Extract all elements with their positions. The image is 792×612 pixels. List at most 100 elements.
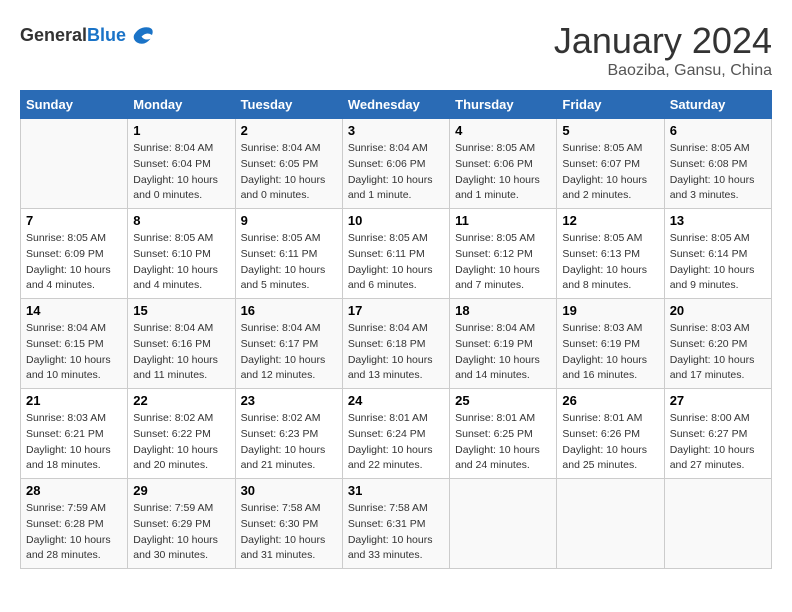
calendar-cell: 5 Sunrise: 8:05 AMSunset: 6:07 PMDaylight…	[557, 119, 664, 209]
col-header-thursday: Thursday	[450, 91, 557, 119]
day-info: Sunrise: 8:04 AMSunset: 6:19 PMDaylight:…	[455, 321, 551, 384]
day-info: Sunrise: 8:05 AMSunset: 6:11 PMDaylight:…	[348, 231, 444, 294]
logo: GeneralBlue	[20, 20, 158, 50]
page-header: GeneralBlue January 2024 Baoziba, Gansu,…	[20, 20, 772, 80]
calendar-cell: 6Sunrise: 8:05 AMSunset: 6:08 PMDaylight…	[664, 119, 771, 209]
day-number: 12	[562, 213, 658, 228]
day-info: Sunrise: 7:59 AMSunset: 6:28 PMDaylight:…	[26, 501, 122, 564]
calendar-cell: 29Sunrise: 7:59 AMSunset: 6:29 PMDayligh…	[128, 479, 235, 569]
day-info: Sunrise: 8:04 AMSunset: 6:06 PMDaylight:…	[348, 141, 444, 204]
day-number: 5	[562, 123, 658, 138]
day-info: Sunrise: 8:02 AMSunset: 6:22 PMDaylight:…	[133, 411, 229, 474]
calendar-table: SundayMondayTuesdayWednesdayThursdayFrid…	[20, 90, 772, 569]
day-info: Sunrise: 8:01 AMSunset: 6:24 PMDaylight:…	[348, 411, 444, 474]
day-info: Sunrise: 8:05 AMSunset: 6:13 PMDaylight:…	[562, 231, 658, 294]
col-header-tuesday: Tuesday	[235, 91, 342, 119]
week-row-5: 28Sunrise: 7:59 AMSunset: 6:28 PMDayligh…	[21, 479, 772, 569]
day-number: 2	[241, 123, 337, 138]
calendar-cell: 23Sunrise: 8:02 AMSunset: 6:23 PMDayligh…	[235, 389, 342, 479]
day-number: 14	[26, 303, 122, 318]
col-header-wednesday: Wednesday	[342, 91, 449, 119]
calendar-cell: 9 Sunrise: 8:05 AMSunset: 6:11 PMDaylight…	[235, 209, 342, 299]
day-number: 22	[133, 393, 229, 408]
day-info: Sunrise: 8:03 AMSunset: 6:21 PMDaylight:…	[26, 411, 122, 474]
calendar-cell: 1 Sunrise: 8:04 AMSunset: 6:04 PMDaylight…	[128, 119, 235, 209]
calendar-cell: 8Sunrise: 8:05 AMSunset: 6:10 PMDaylight…	[128, 209, 235, 299]
day-number: 8	[133, 213, 229, 228]
day-info: Sunrise: 8:01 AMSunset: 6:26 PMDaylight:…	[562, 411, 658, 474]
calendar-cell	[21, 119, 128, 209]
calendar-cell: 11Sunrise: 8:05 AMSunset: 6:12 PMDayligh…	[450, 209, 557, 299]
day-info: Sunrise: 8:05 AMSunset: 6:09 PMDaylight:…	[26, 231, 122, 294]
calendar-cell: 10 Sunrise: 8:05 AMSunset: 6:11 PMDayligh…	[342, 209, 449, 299]
day-info: Sunrise: 8:04 AMSunset: 6:05 PMDaylight:…	[241, 141, 337, 204]
calendar-cell: 17 Sunrise: 8:04 AMSunset: 6:18 PMDayligh…	[342, 299, 449, 389]
day-number: 17	[348, 303, 444, 318]
calendar-cell: 4Sunrise: 8:05 AMSunset: 6:06 PMDaylight…	[450, 119, 557, 209]
calendar-cell: 7 Sunrise: 8:05 AMSunset: 6:09 PMDaylight…	[21, 209, 128, 299]
day-info: Sunrise: 8:04 AMSunset: 6:17 PMDaylight:…	[241, 321, 337, 384]
week-row-2: 7 Sunrise: 8:05 AMSunset: 6:09 PMDaylight…	[21, 209, 772, 299]
calendar-cell: 2 Sunrise: 8:04 AMSunset: 6:05 PMDaylight…	[235, 119, 342, 209]
month-title: January 2024	[554, 20, 772, 62]
header-row: SundayMondayTuesdayWednesdayThursdayFrid…	[21, 91, 772, 119]
day-info: Sunrise: 8:05 AMSunset: 6:07 PMDaylight:…	[562, 141, 658, 204]
day-info: Sunrise: 8:03 AMSunset: 6:19 PMDaylight:…	[562, 321, 658, 384]
day-number: 13	[670, 213, 766, 228]
col-header-friday: Friday	[557, 91, 664, 119]
calendar-cell: 26 Sunrise: 8:01 AMSunset: 6:26 PMDayligh…	[557, 389, 664, 479]
calendar-cell	[557, 479, 664, 569]
day-number: 18	[455, 303, 551, 318]
title-block: January 2024 Baoziba, Gansu, China	[554, 20, 772, 80]
calendar-cell	[450, 479, 557, 569]
calendar-cell: 22 Sunrise: 8:02 AMSunset: 6:22 PMDayligh…	[128, 389, 235, 479]
calendar-cell: 30Sunrise: 7:58 AMSunset: 6:30 PMDayligh…	[235, 479, 342, 569]
calendar-cell: 18 Sunrise: 8:04 AMSunset: 6:19 PMDayligh…	[450, 299, 557, 389]
calendar-cell: 27Sunrise: 8:00 AMSunset: 6:27 PMDayligh…	[664, 389, 771, 479]
day-number: 27	[670, 393, 766, 408]
day-number: 15	[133, 303, 229, 318]
day-number: 16	[241, 303, 337, 318]
location: Baoziba, Gansu, China	[554, 62, 772, 80]
calendar-cell: 3Sunrise: 8:04 AMSunset: 6:06 PMDaylight…	[342, 119, 449, 209]
day-info: Sunrise: 8:05 AMSunset: 6:11 PMDaylight:…	[241, 231, 337, 294]
day-number: 7	[26, 213, 122, 228]
day-number: 29	[133, 483, 229, 498]
calendar-cell: 31Sunrise: 7:58 AMSunset: 6:31 PMDayligh…	[342, 479, 449, 569]
day-number: 1	[133, 123, 229, 138]
day-info: Sunrise: 8:05 AMSunset: 6:14 PMDaylight:…	[670, 231, 766, 294]
day-number: 10	[348, 213, 444, 228]
day-number: 26	[562, 393, 658, 408]
day-info: Sunrise: 8:01 AMSunset: 6:25 PMDaylight:…	[455, 411, 551, 474]
day-info: Sunrise: 8:04 AMSunset: 6:04 PMDaylight:…	[133, 141, 229, 204]
day-info: Sunrise: 8:04 AMSunset: 6:15 PMDaylight:…	[26, 321, 122, 384]
day-info: Sunrise: 8:04 AMSunset: 6:18 PMDaylight:…	[348, 321, 444, 384]
day-number: 20	[670, 303, 766, 318]
day-info: Sunrise: 7:58 AMSunset: 6:31 PMDaylight:…	[348, 501, 444, 564]
logo-bird-icon	[128, 20, 158, 50]
day-number: 4	[455, 123, 551, 138]
week-row-4: 21 Sunrise: 8:03 AMSunset: 6:21 PMDayligh…	[21, 389, 772, 479]
calendar-cell: 14 Sunrise: 8:04 AMSunset: 6:15 PMDayligh…	[21, 299, 128, 389]
day-number: 24	[348, 393, 444, 408]
day-number: 21	[26, 393, 122, 408]
day-info: Sunrise: 8:03 AMSunset: 6:20 PMDaylight:…	[670, 321, 766, 384]
day-info: Sunrise: 8:04 AMSunset: 6:16 PMDaylight:…	[133, 321, 229, 384]
calendar-cell: 19Sunrise: 8:03 AMSunset: 6:19 PMDayligh…	[557, 299, 664, 389]
day-number: 25	[455, 393, 551, 408]
col-header-sunday: Sunday	[21, 91, 128, 119]
calendar-cell: 21 Sunrise: 8:03 AMSunset: 6:21 PMDayligh…	[21, 389, 128, 479]
logo-general: GeneralBlue	[20, 25, 126, 46]
day-info: Sunrise: 8:02 AMSunset: 6:23 PMDaylight:…	[241, 411, 337, 474]
calendar-cell: 25 Sunrise: 8:01 AMSunset: 6:25 PMDayligh…	[450, 389, 557, 479]
calendar-cell: 28Sunrise: 7:59 AMSunset: 6:28 PMDayligh…	[21, 479, 128, 569]
calendar-cell: 24 Sunrise: 8:01 AMSunset: 6:24 PMDayligh…	[342, 389, 449, 479]
day-info: Sunrise: 8:05 AMSunset: 6:12 PMDaylight:…	[455, 231, 551, 294]
col-header-monday: Monday	[128, 91, 235, 119]
calendar-cell: 16 Sunrise: 8:04 AMSunset: 6:17 PMDayligh…	[235, 299, 342, 389]
calendar-cell: 12 Sunrise: 8:05 AMSunset: 6:13 PMDayligh…	[557, 209, 664, 299]
calendar-cell: 20 Sunrise: 8:03 AMSunset: 6:20 PMDayligh…	[664, 299, 771, 389]
calendar-cell	[664, 479, 771, 569]
day-number: 30	[241, 483, 337, 498]
day-number: 9	[241, 213, 337, 228]
